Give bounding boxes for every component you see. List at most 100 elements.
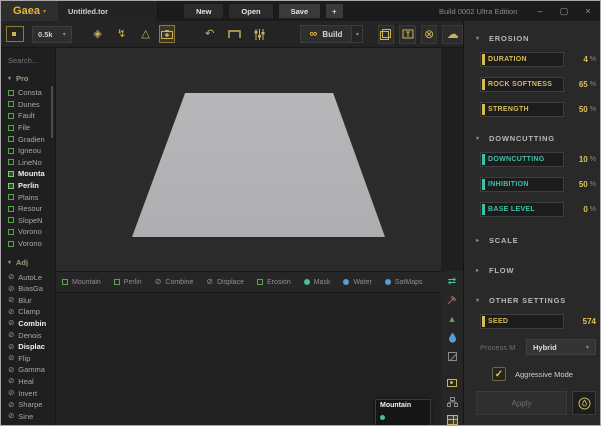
circle-x-icon[interactable]: ⊗ [421, 25, 438, 44]
slider-input[interactable]: DURATION [480, 52, 564, 67]
build-button[interactable]: ∞ Build [300, 25, 353, 43]
apply-button[interactable]: Apply [476, 391, 567, 415]
sidebar-item-file[interactable]: File [1, 122, 55, 134]
sidebar-item-fault[interactable]: Fault [1, 110, 55, 122]
node-graph-area[interactable]: Mountain [56, 293, 441, 426]
sidebar-item-gamma[interactable]: ⊘Gamma [1, 364, 55, 376]
graph-chip-water[interactable]: Water [343, 279, 371, 286]
slider-input[interactable]: SEED [480, 314, 564, 329]
field-duration[interactable]: DURATION4% [480, 52, 596, 67]
open-button[interactable]: Open [229, 4, 272, 18]
new-button[interactable]: New [184, 4, 223, 18]
sidebar-item-slopen[interactable]: SlopeN [1, 215, 55, 227]
build-options-dropdown[interactable]: ▾ [352, 25, 363, 43]
slider-input[interactable]: ROCK SOFTNESS [480, 77, 564, 92]
graph-chip-erosion[interactable]: Erosion [257, 279, 291, 286]
pyramid-icon[interactable]: △ [137, 25, 155, 43]
slider-input[interactable]: INHIBITION [480, 177, 564, 192]
field-seed[interactable]: SEED574 [480, 314, 596, 329]
focus-viewport-icon[interactable] [6, 26, 24, 42]
tools-icon[interactable] [445, 294, 459, 308]
sidebar-item-heal[interactable]: ⊘Heal [1, 376, 55, 388]
sidebar-item-clamp[interactable]: ⊘Clamp [1, 306, 55, 318]
sidebar-item-sharpe[interactable]: ⊘Sharpe [1, 399, 55, 411]
sidebar-item-invert[interactable]: ⊘Invert [1, 387, 55, 399]
sidebar-item-vorono[interactable]: Vorono [1, 238, 55, 250]
section-header-downcutting[interactable]: ▾ DOWNCUTTING [476, 134, 601, 143]
slider-input[interactable]: STRENGTH [480, 102, 564, 117]
section-header-other-settings[interactable]: ▾ OTHER SETTINGS [476, 296, 601, 305]
cloud-icon[interactable]: ☁ [442, 25, 462, 44]
graph-node-mountain[interactable]: Mountain [375, 399, 431, 426]
graph-chip-mask[interactable]: Mask [304, 279, 331, 286]
section-header-scale[interactable]: ▸ SCALE [476, 236, 601, 245]
sidebar-item-displac[interactable]: ⊘Displac [1, 341, 55, 353]
maximize-button[interactable]: ▢ [552, 1, 576, 21]
gem-icon[interactable]: ◈ [89, 25, 107, 43]
sidebar-group-header-pro[interactable]: ▾Pro [8, 74, 55, 83]
toggle-3d-icon[interactable] [378, 25, 395, 44]
field-base-level[interactable]: BASE LEVEL0% [480, 202, 596, 217]
sidebar-item-igneou[interactable]: Igneou [1, 145, 55, 157]
graph-chip-satmaps[interactable]: SatMaps [385, 279, 423, 286]
sidebar-item-mounta[interactable]: Mounta [1, 168, 55, 180]
camera-icon[interactable] [159, 25, 175, 43]
node-output-port[interactable] [380, 415, 385, 420]
field-rock-softness[interactable]: ROCK SOFTNESS65% [480, 77, 596, 92]
minimize-button[interactable]: – [528, 1, 552, 21]
geometry-icon[interactable] [445, 350, 459, 364]
graph-chip-mountain[interactable]: Mountain [62, 279, 101, 286]
sidebar-scrollbar[interactable] [51, 86, 53, 138]
field-inhibition[interactable]: INHIBITION50% [480, 177, 596, 192]
sidebar-item-plains[interactable]: Plains [1, 191, 55, 203]
sidebar-item-biasga[interactable]: ⊘BiasGa [1, 283, 55, 295]
sidebar-item-dunes[interactable]: Dunes [1, 99, 55, 111]
sidebar-item-autole[interactable]: ⊘AutoLe [1, 271, 55, 283]
sidebar-item-gradien[interactable]: Gradien [1, 133, 55, 145]
sidebar-item-combin[interactable]: ⊘Combin [1, 318, 55, 330]
document-tab[interactable]: Untitled.tor [58, 1, 158, 21]
sidebar-item-denois[interactable]: ⊘Denois [1, 329, 55, 341]
sidebar-item-label: Gamma [18, 365, 45, 374]
titlebar: Gaea ▾ Untitled.tor New Open Save + Buil… [1, 1, 600, 21]
sidebar-item-blur[interactable]: ⊘Blur [1, 295, 55, 307]
field-downcutting[interactable]: DOWNCUTTING10% [480, 152, 596, 167]
search-input[interactable]: Search... [8, 56, 55, 65]
sidebar-item-lineno[interactable]: LineNo [1, 157, 55, 169]
slider-input[interactable]: BASE LEVEL [480, 202, 564, 217]
graph-nodes-icon[interactable] [445, 395, 459, 409]
save-button[interactable]: Save [279, 4, 321, 18]
section-header-flow[interactable]: ▸ FLOW [476, 266, 601, 275]
texture-icon[interactable] [445, 376, 459, 390]
viewport-3d[interactable] [56, 48, 441, 271]
sidebar-item-sine[interactable]: ⊘Sine [1, 410, 55, 422]
slider-input[interactable]: DOWNCUTTING [480, 152, 564, 167]
clamp-icon[interactable] [226, 25, 244, 43]
graph-chip-displace[interactable]: ⊘Displace [206, 279, 244, 286]
graph-chip-perlin[interactable]: Perlin [114, 279, 142, 286]
add-tab-button[interactable]: + [326, 4, 342, 18]
terrain-icon[interactable]: ▲ [445, 312, 459, 326]
field-strength[interactable]: STRENGTH50% [480, 102, 596, 117]
sidebar-item-consta[interactable]: Consta [1, 87, 55, 99]
sidebar-item-flip[interactable]: ⊘Flip [1, 352, 55, 364]
aggressive-mode-checkbox[interactable]: ✓ [492, 367, 506, 381]
transform-icon[interactable] [399, 25, 416, 44]
sidebar-item-vorono[interactable]: Vorono [1, 226, 55, 238]
water-drop-icon[interactable] [445, 331, 459, 345]
app-menu-button[interactable]: Gaea ▾ [1, 1, 58, 21]
lightning-icon[interactable]: ↯ [113, 25, 131, 43]
sidebar-item-perlin[interactable]: Perlin [1, 180, 55, 192]
graph-chip-combine[interactable]: ⊘Combine [155, 279, 194, 286]
layout-grid-icon[interactable] [445, 413, 459, 426]
resolution-dropdown[interactable]: 0.5k ▾ [32, 26, 72, 43]
equalizer-icon[interactable] [251, 25, 269, 43]
close-button[interactable]: × [576, 1, 600, 21]
process-mode-dropdown[interactable]: Hybrid ▾ [526, 339, 596, 355]
section-header-erosion[interactable]: ▾ EROSION [476, 34, 601, 43]
swap-nodes-icon[interactable]: ⇄ [445, 275, 459, 289]
sidebar-group-header-adj[interactable]: ▾Adj [8, 258, 55, 267]
sidebar-item-resour[interactable]: Resour [1, 203, 55, 215]
pin-droplet-button[interactable] [572, 391, 596, 415]
undo-icon[interactable]: ↶ [201, 25, 219, 43]
